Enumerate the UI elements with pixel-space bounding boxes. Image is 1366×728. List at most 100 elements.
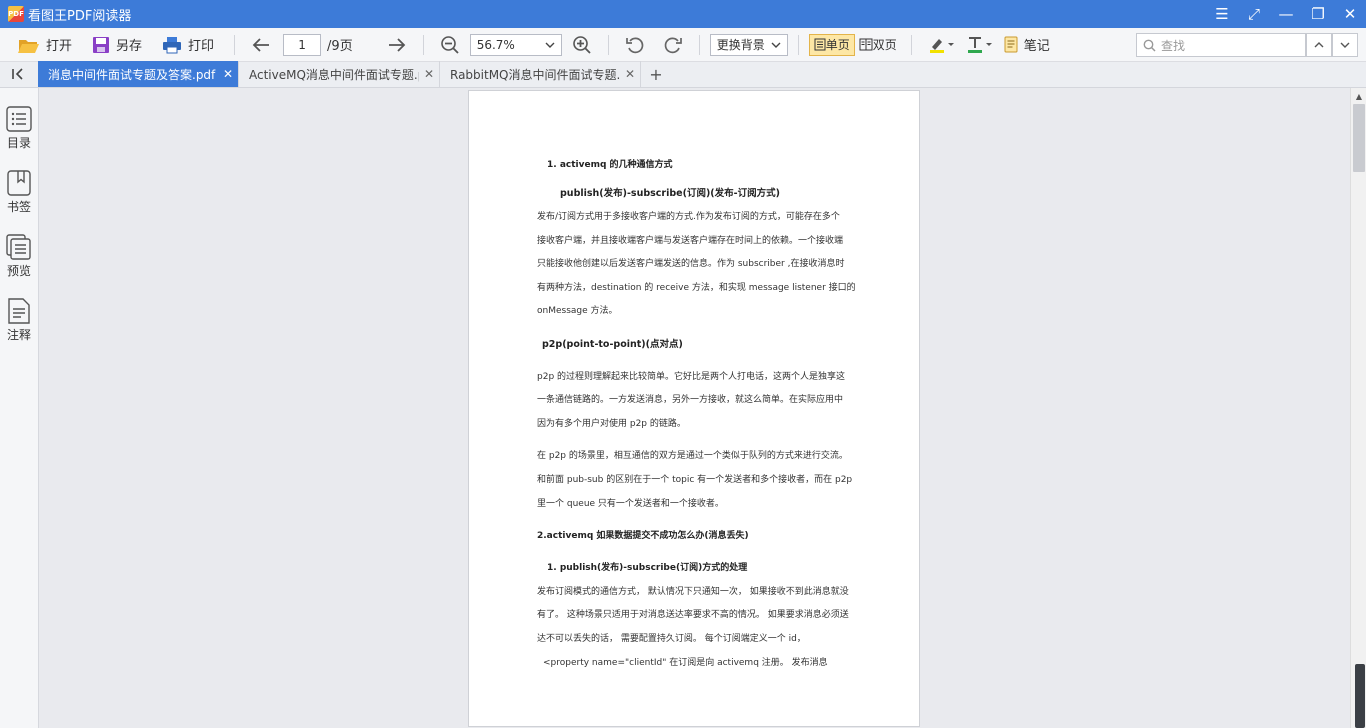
document-line: 1. publish(发布)-subscribe(订阅)方式的处理 [547,563,748,573]
print-label: 打印 [188,39,215,54]
document-line: onMessage 方法。 [537,306,618,316]
sidebar-item-label: 书签 [6,200,31,214]
next-page-button[interactable] [381,32,413,58]
zoom-out-button[interactable] [434,32,466,58]
document-line: 发布/订阅方式用于多接收客户端的方式.作为发布订阅的方式，可能存在多个 [537,212,840,222]
chevron-down-icon [545,42,555,48]
arrow-left-icon [252,37,270,52]
single-page-icon [814,38,826,51]
sidebar-item-preview[interactable]: 预览 [0,234,38,279]
highlighter-icon [929,38,954,53]
main-toolbar: 打开 另存 打印 1 /9页 56.7% 更换背景 单页 双页 笔记 查找 [0,28,1366,62]
thumbnail-icon [6,234,31,260]
tab-document-1[interactable]: 消息中间件面试专题及答案.pdf ✕ [38,61,239,87]
single-page-button[interactable]: 单页 [808,33,855,56]
fullscreen-button[interactable]: ⤢ [1238,0,1270,28]
background-select[interactable]: 更换背景 [709,33,788,56]
document-line: 1. activemq 的几种通信方式 [547,160,673,170]
tab-document-2[interactable]: ActiveMQ消息中间件面试专题.pdf ✕ [239,61,440,87]
text-color-button[interactable] [960,32,998,58]
app-logo-icon: PDF [8,6,24,22]
restore-button[interactable]: ❐ [1302,0,1334,28]
open-button[interactable]: 打开 [12,32,78,58]
document-line: 达不可以丢失的话， 需要配置持久订阅。 每个订阅端定义一个 id， [537,634,806,644]
tab-close-icon[interactable]: ✕ [620,67,640,81]
notes-button[interactable]: 笔记 [998,32,1056,58]
document-line: publish(发布)-subscribe(订阅)(发布-订阅方式) [560,188,780,199]
tab-label: 消息中间件面试专题及答案.pdf [48,67,216,82]
open-label: 打开 [46,39,73,54]
app-title: 看图王PDF阅读器 [28,8,132,24]
zoom-in-icon [572,35,591,54]
vertical-scrollbar[interactable]: ▲ [1350,88,1366,728]
document-line: 发布订阅模式的通信方式， 默认情况下只通知一次， 如果接收不到此消息就没 [537,587,849,597]
sidebar-item-annotations[interactable]: 注释 [0,298,38,343]
page-total: /9页 [327,39,353,54]
search-input[interactable]: 查找 [1136,33,1306,57]
toolbar-divider [698,34,700,55]
document-line: p2p 的过程则理解起来比较简单。它好比是两个人打电话，这两个人是独享这 [537,372,846,382]
document-line: 有两种方法，destination 的 receive 方法，和实现 messa… [537,283,856,293]
menu-button[interactable]: ☰ [1206,0,1238,28]
notes-label: 笔记 [1023,39,1050,54]
document-tab-bar: 消息中间件面试专题及答案.pdf ✕ ActiveMQ消息中间件面试专题.pdf… [0,61,1366,88]
zoom-value: 56.7% [476,37,515,52]
search-placeholder: 查找 [1161,38,1186,53]
left-sidebar: 目录 书签 预览 注释 [0,88,39,728]
double-page-icon [859,38,873,51]
new-tab-button[interactable]: + [641,61,671,87]
sidebar-item-label: 注释 [6,328,31,342]
document-line: 一条通信链路的。一方发送消息，另外一方接收，就这么简单。在实际应用中 [537,395,844,405]
search-prev-button[interactable] [1306,33,1332,57]
page-number-input[interactable]: 1 [283,33,322,56]
tab-label: ActiveMQ消息中间件面试专题.pdf [249,67,419,82]
search-next-button[interactable] [1332,33,1358,57]
sidebar-item-label: 目录 [6,136,31,150]
document-viewer[interactable]: 1. activemq 的几种通信方式 publish(发布)-subscrib… [39,88,1350,728]
tab-close-icon[interactable]: ✕ [218,67,238,81]
toolbar-divider [910,34,912,55]
prev-page-button[interactable] [245,32,277,58]
sidebar-item-toc[interactable]: 目录 [0,106,38,151]
sidebar-item-bookmarks[interactable]: 书签 [0,170,38,215]
scroll-up-icon[interactable]: ▲ [1351,88,1366,104]
highlight-button[interactable] [922,32,960,58]
tab-close-icon[interactable]: ✕ [419,67,439,81]
plus-icon: + [649,64,663,84]
zoom-out-icon [440,35,459,54]
close-button[interactable]: ✕ [1334,0,1366,28]
sidebar-item-label: 预览 [6,264,31,278]
rotate-left-icon [625,37,644,53]
collapse-sidebar-button[interactable] [0,61,38,87]
document-line: 和前面 pub-sub 的区别在于一个 topic 有一个发送者和多个接收者，而… [537,475,853,485]
tab-document-3[interactable]: RabbitMQ消息中间件面试专题.pdf ✕ [440,61,641,87]
pdf-page: 1. activemq 的几种通信方式 publish(发布)-subscrib… [468,90,920,727]
title-bar: PDF 看图王PDF阅读器 ☰ ⤢ — ❐ ✕ [0,0,1366,28]
toolbar-divider [607,34,609,55]
zoom-in-button[interactable] [566,32,598,58]
scrollbar-thumb[interactable] [1353,104,1365,172]
document-line: <property name="clientId" 在订阅是向 activemq… [543,658,828,668]
scroll-position-indicator [1355,664,1365,728]
note-icon [1004,36,1018,53]
document-line: 在 p2p 的场景里，相互通信的双方是通过一个类似于队列的方式来进行交流。 [537,451,848,461]
document-line: 接收客户端，并且接收端客户端与发送客户端存在时间上的依赖。一个接收端 [537,236,844,246]
document-line: 2.activemq 如果数据提交不成功怎么办(消息丢失) [537,531,749,541]
save-as-label: 另存 [116,39,143,54]
rotate-right-button[interactable] [657,32,689,58]
minimize-button[interactable]: — [1270,0,1302,28]
print-button[interactable]: 打印 [156,32,220,58]
document-line: 里一个 queue 只有一个发送者和一个接收者。 [537,499,724,509]
document-line: 有了。 这种场景只适用于对消息送达率要求不高的情况。 如果要求消息必须送 [537,610,849,620]
text-color-icon [967,36,992,53]
search-icon [1143,39,1156,52]
chevron-down-icon [1340,42,1350,48]
single-page-label: 单页 [825,38,850,52]
rotate-left-button[interactable] [619,32,651,58]
double-page-label: 双页 [872,38,897,52]
toc-icon [6,106,32,132]
double-page-button[interactable]: 双页 [855,34,901,56]
zoom-select[interactable]: 56.7% [469,33,562,56]
tab-label: RabbitMQ消息中间件面试专题.pdf [450,67,620,82]
save-as-button[interactable]: 另存 [86,32,148,58]
